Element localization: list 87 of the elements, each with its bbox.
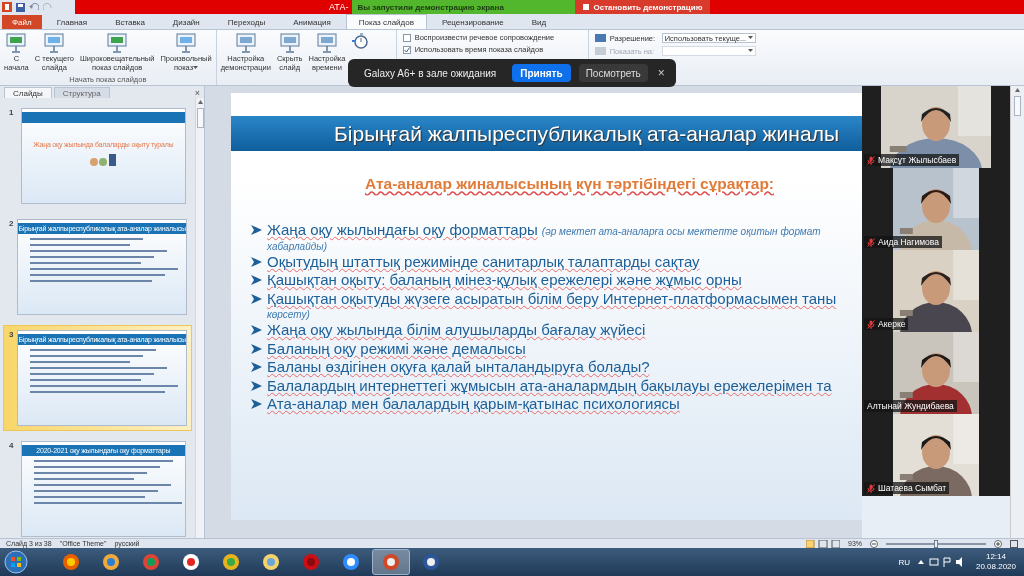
checkbox[interactable] xyxy=(402,45,411,54)
save-icon[interactable] xyxy=(16,2,25,12)
agenda-item: Балалардың интернеттегі жұмысын ата-аналармдың бақылауы ережелерімен та xyxy=(267,376,832,395)
ribbon-tab[interactable]: Переходы xyxy=(214,15,279,29)
zoom-out-icon[interactable] xyxy=(870,539,878,548)
presentation-screen-icon xyxy=(234,32,257,54)
participant-name: Акерке xyxy=(864,318,909,330)
arrow-bullet-icon xyxy=(251,293,262,304)
view-button[interactable]: Посмотреть xyxy=(578,64,648,82)
muted-microphone-icon xyxy=(867,155,875,165)
panel-tab[interactable]: Слайды xyxy=(4,87,52,98)
clock-time: 12:14 xyxy=(985,552,1006,562)
arrow-bullet-icon xyxy=(251,325,262,335)
participant-name: Аида Нагимова xyxy=(864,236,942,248)
arrow-bullet-icon xyxy=(251,275,262,285)
slide-number: 2 xyxy=(9,219,14,230)
muted-microphone-icon xyxy=(867,319,875,329)
agenda-item: Баланың оқу режимі және демалысы xyxy=(267,339,526,358)
agenda-item: Оқытудың штаттық режимінде санитарлық талаптарды сақтау xyxy=(267,252,700,271)
keyboard-language[interactable]: RU xyxy=(898,557,910,567)
check-icon xyxy=(403,46,410,53)
notification-text: Galaxy A6+ в зале ожидания xyxy=(364,67,497,79)
view-buttons-icon[interactable] xyxy=(806,539,840,548)
caret-icon xyxy=(193,65,199,70)
zoom-in-icon[interactable] xyxy=(994,539,1002,548)
clock-date: 20.08.2020 xyxy=(975,562,1016,572)
agenda-note: көрсету) xyxy=(267,308,311,321)
close-button[interactable]: × xyxy=(655,66,667,80)
zoom-slider[interactable] xyxy=(886,542,986,545)
agenda-note: (әр мектеп ата-аналарға осы мектепте оқитын формат xyxy=(541,226,821,237)
ribbon-tab[interactable]: Анимация xyxy=(280,15,344,29)
window-title: АТА- xyxy=(329,2,350,12)
arrow-bullet-icon xyxy=(251,380,262,391)
stop-icon xyxy=(582,4,589,10)
file-tab[interactable]: Файл xyxy=(2,15,42,29)
close-button[interactable]: × xyxy=(194,88,200,98)
arrow-bullet-icon xyxy=(251,225,262,235)
arrow-bullet-icon xyxy=(251,399,262,409)
scroll-up-icon[interactable] xyxy=(197,100,203,104)
participant-name: Алтынай Жундибаева xyxy=(864,400,957,412)
participant-name: Шатаева Сымбат xyxy=(864,482,950,494)
checkbox[interactable] xyxy=(402,33,411,42)
slide-number: 4 xyxy=(9,441,15,452)
stop-share-button[interactable]: Остановить демонстрацию xyxy=(574,0,711,14)
agenda-note: хабарлайды) xyxy=(267,239,328,253)
muted-microphone-icon xyxy=(867,483,875,493)
fit-slide-icon[interactable] xyxy=(1010,539,1018,548)
start-button-icon[interactable] xyxy=(4,550,28,574)
panel-tab[interactable]: Структура xyxy=(53,87,110,98)
dropdown-field[interactable] xyxy=(661,46,756,56)
presentation-screen-icon xyxy=(175,32,198,54)
ribbon-tab[interactable]: Рецензирование xyxy=(428,15,517,29)
caret-icon xyxy=(747,36,753,40)
presentation-screen-icon xyxy=(43,32,66,54)
agenda-item: Жаңа оқу жылында білім алушыларды бағалау жүйесі xyxy=(267,321,646,340)
presentation-screen-icon xyxy=(315,32,338,54)
slide-subtitle: Ата-аналар жиналысының күн тәртібіндегі сұрақтар: xyxy=(365,175,775,193)
slide-number: 3 xyxy=(9,330,14,341)
scrollbar-thumb[interactable] xyxy=(196,108,204,128)
ribbon-tab[interactable]: Главная xyxy=(43,15,101,29)
slide-number: 1 xyxy=(9,108,15,119)
scrollbar-thumb[interactable] xyxy=(1014,96,1021,116)
agenda-item: Қашықтан оқыту: баланың мінез-құлық ережелері және жұмыс орны xyxy=(267,271,742,290)
scroll-up-icon[interactable] xyxy=(1015,88,1020,92)
arrow-bullet-icon xyxy=(251,256,262,267)
agenda-item: Жаңа оқу жылындағы оқу форматтары xyxy=(267,221,538,240)
ribbon-tab[interactable]: Вставка xyxy=(102,15,158,29)
stopwatch-icon xyxy=(351,32,370,50)
caret-icon xyxy=(747,49,753,53)
participant-name: Мақсұт Жылысбаев xyxy=(864,154,960,166)
presentation-screen-icon xyxy=(278,32,301,54)
arrow-bullet-icon xyxy=(251,343,262,354)
ribbon-tab[interactable]: Дизайн xyxy=(159,15,213,29)
agenda-item: Қашықтан оқытуды жүзеге асыратын білім беру Интернет-платформасымен таны xyxy=(267,289,837,308)
zoom-slider-thumb[interactable] xyxy=(934,539,938,548)
screen-share-banner: Вы запустили демонстрацию экрана xyxy=(351,0,575,14)
ribbon-tab[interactable]: Вид xyxy=(518,15,560,29)
agenda-item: Баланы өздігінен оқуға қалай ынталандыруға болады? xyxy=(267,358,650,377)
presentation-screen-icon xyxy=(106,32,129,54)
presentation-screen-icon xyxy=(5,32,28,54)
ribbon-tab[interactable]: Показ слайдов xyxy=(345,14,427,29)
muted-microphone-icon xyxy=(867,237,875,247)
slide-title: Бірыңғай жалпыреспубликалық ата-аналар жиналы xyxy=(334,121,839,146)
agenda-item: Ата-аналар мен балалардың қарым-қатынас психологиясы xyxy=(267,395,680,414)
accept-button[interactable]: Принять xyxy=(512,64,571,82)
undo-icon[interactable] xyxy=(29,2,39,12)
arrow-bullet-icon xyxy=(251,362,262,372)
